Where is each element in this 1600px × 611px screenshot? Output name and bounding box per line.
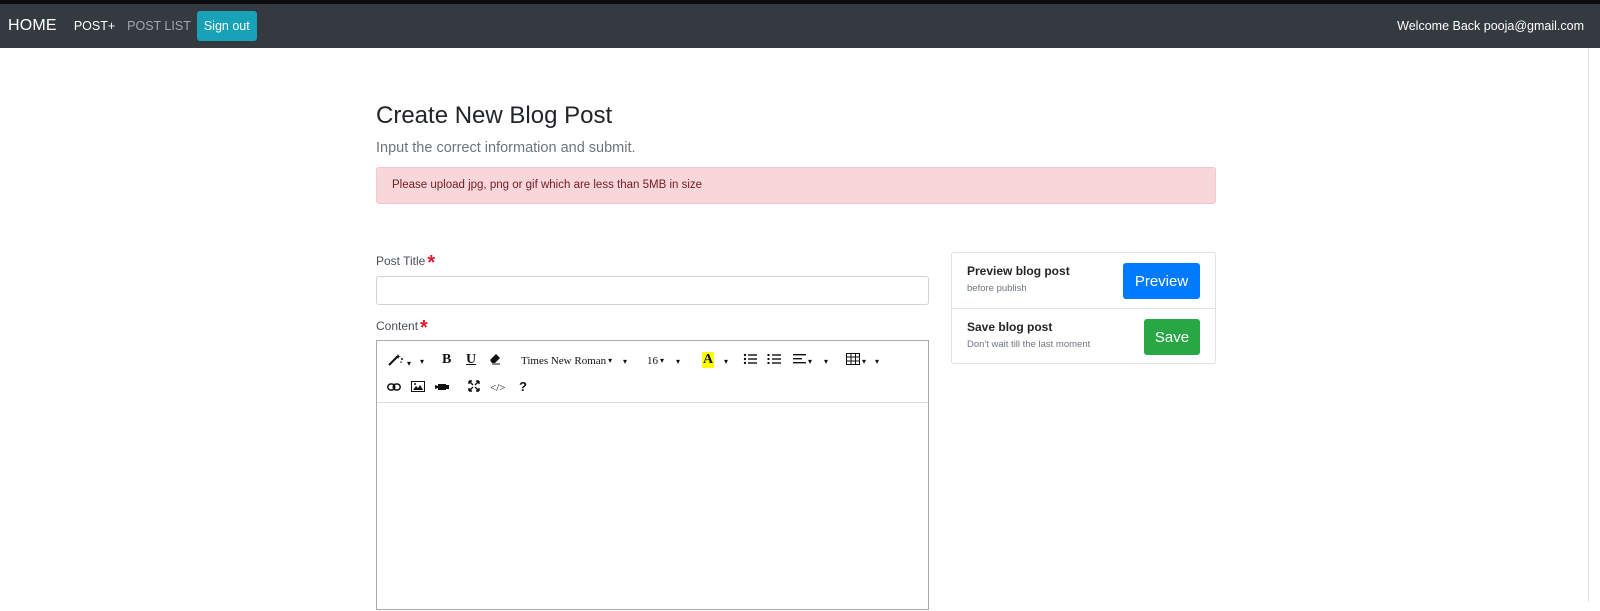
nav-post-list-link[interactable]: POST LIST — [127, 19, 191, 33]
upload-alert: Please upload jpg, png or gif which are … — [376, 167, 1216, 204]
chevron-down-icon: ▾ — [875, 356, 880, 366]
numbered-list-icon — [767, 354, 781, 364]
page-title: Create New Blog Post — [376, 102, 613, 129]
underline-button[interactable]: U — [466, 352, 476, 368]
preview-subtitle: before publish — [967, 283, 1027, 294]
magic-wand-icon — [388, 354, 403, 366]
actions-card: Preview blog post before publish Preview… — [951, 252, 1216, 364]
link-icon — [387, 383, 401, 391]
table-icon — [846, 353, 860, 365]
chevron-down-icon: ▾ — [608, 356, 613, 366]
welcome-text: Welcome Back pooja@gmail.com — [1397, 19, 1584, 33]
page-scrollbar[interactable] — [1588, 48, 1600, 602]
chevron-down-icon: ▾ — [420, 356, 425, 366]
bullet-list-icon — [743, 353, 757, 365]
dropdown-toggle[interactable]: ▾ — [722, 353, 728, 370]
dropdown-toggle[interactable]: ▾ — [621, 353, 627, 370]
style-dropdown[interactable]: ▾ — [387, 353, 411, 372]
code-view-button[interactable]: </> — [490, 380, 505, 396]
page-lead: Input the correct information and submit… — [376, 140, 636, 156]
fullscreen-button[interactable] — [468, 380, 480, 396]
unordered-list-button[interactable] — [743, 353, 757, 369]
chevron-down-icon: ▾ — [862, 356, 867, 366]
save-title: Save blog post — [967, 320, 1053, 334]
font-size-value: 16 — [647, 355, 658, 367]
dropdown-toggle[interactable]: ▾ — [822, 353, 828, 370]
chevron-down-icon: ▾ — [660, 356, 665, 366]
font-size-dropdown[interactable]: 16 ▾ — [647, 353, 664, 369]
required-mark: * — [420, 317, 428, 339]
ordered-list-button[interactable] — [767, 353, 781, 369]
save-row: Save blog post Don't wait till the last … — [952, 308, 1215, 363]
save-button[interactable]: Save — [1144, 319, 1200, 355]
nav-home-link[interactable]: HOME — [8, 17, 57, 35]
preview-title: Preview blog post — [967, 264, 1070, 278]
rich-text-editor: ▾ ▾ B U Times New Roman ▾ ▾ 16 ▾ ▾ A ▾ ▾ ▾… — [376, 340, 929, 610]
preview-button[interactable]: Preview — [1123, 263, 1200, 299]
navbar: HOME POST+ POST LIST Sign out Welcome Ba… — [0, 4, 1600, 48]
chevron-down-icon: ▾ — [676, 356, 681, 366]
editor-toolbar: ▾ ▾ B U Times New Roman ▾ ▾ 16 ▾ ▾ A ▾ ▾ ▾… — [377, 341, 928, 403]
video-button[interactable] — [435, 380, 449, 396]
highlight-color-button[interactable]: A — [702, 352, 715, 368]
chevron-down-icon: ▾ — [724, 356, 729, 366]
preview-row: Preview blog post before publish Preview — [952, 253, 1215, 308]
expand-icon — [468, 380, 480, 392]
help-button[interactable]: ? — [519, 379, 527, 395]
dropdown-toggle[interactable]: ▾ — [873, 353, 879, 370]
dropdown-toggle[interactable]: ▾ — [418, 353, 424, 370]
paragraph-align-dropdown[interactable]: ▾ — [793, 353, 812, 370]
editor-content-area[interactable] — [377, 403, 928, 611]
link-button[interactable] — [387, 380, 401, 396]
table-dropdown[interactable]: ▾ — [846, 353, 866, 370]
picture-icon — [411, 381, 425, 392]
eraser-icon — [490, 354, 500, 365]
clear-format-button[interactable] — [489, 353, 501, 369]
content-label-text: Content — [376, 319, 419, 333]
align-left-icon — [793, 354, 806, 364]
save-subtitle: Don't wait till the last moment — [967, 339, 1091, 350]
post-title-input[interactable] — [376, 276, 929, 305]
nav-post-plus-link[interactable]: POST+ — [74, 19, 115, 33]
post-title-label: Post Title * — [376, 253, 435, 273]
chevron-down-icon: ▾ — [407, 358, 412, 368]
image-button[interactable] — [411, 380, 425, 396]
video-camera-icon — [435, 384, 449, 390]
chevron-down-icon: ▾ — [808, 356, 813, 366]
bold-button[interactable]: B — [442, 352, 451, 368]
font-family-dropdown[interactable]: Times New Roman ▾ — [521, 353, 612, 369]
sign-out-button[interactable]: Sign out — [196, 11, 257, 41]
required-mark: * — [427, 252, 436, 274]
post-title-label-text: Post Title — [376, 254, 426, 268]
dropdown-toggle[interactable]: ▾ — [674, 353, 680, 370]
font-family-value: Times New Roman — [521, 355, 607, 367]
chevron-down-icon: ▾ — [824, 356, 829, 366]
content-label: Content * — [376, 318, 428, 338]
chevron-down-icon: ▾ — [623, 356, 628, 366]
